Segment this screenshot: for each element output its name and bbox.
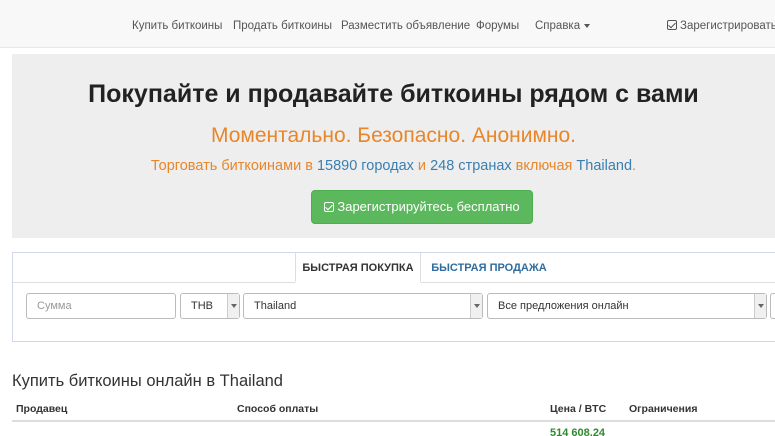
nav-sell-bitcoins[interactable]: Продать биткоины	[233, 20, 332, 32]
hero-line-including: включая	[511, 158, 577, 174]
hero-line-and: и	[413, 158, 431, 174]
caret-down-icon	[584, 23, 591, 28]
country-value: Thailand	[254, 300, 297, 312]
nav-post-ad[interactable]: Разместить объявление	[341, 20, 470, 32]
search-button-edge[interactable]	[770, 293, 775, 319]
chevron-down-icon	[754, 294, 766, 318]
hero-title: Покупайте и продавайте биткоины рядом с …	[88, 80, 699, 108]
table-row-price: 514 608,24	[550, 427, 606, 436]
chevron-down-icon	[470, 294, 482, 318]
nav-forums[interactable]: Форумы	[476, 20, 519, 32]
signup-label: Зарегистрируйтесь бесплатно	[337, 199, 520, 214]
city-count: 15890 городах	[316, 158, 414, 174]
hero-subtitle: Моментально. Безопасно. Анонимно.	[210, 124, 577, 147]
hero-line-prefix: Торговать биткоинами в	[150, 158, 317, 174]
quick-search-panel: БЫСТРАЯ ПОКУПКА БЫСТРАЯ ПРОДАЖА Сумма TH…	[12, 252, 775, 342]
nav-register[interactable]: Зарегистрироваться	[667, 20, 775, 32]
nav-buy-bitcoins[interactable]: Купить биткоины	[132, 20, 222, 32]
currency-value: THB	[191, 300, 213, 312]
chevron-down-icon	[227, 294, 239, 318]
signup-button[interactable]: Зарегистрируйтесь бесплатно	[311, 190, 533, 224]
country-count: 248 странах	[430, 158, 512, 174]
top-navbar: Купить биткоины Продать биткоины Размест…	[0, 0, 775, 48]
col-limits: Ограничения	[629, 403, 698, 415]
listing-table-header: Продавец Способ оплаты Цена / BTC Ограни…	[12, 398, 775, 422]
hero-stats-line: Торговать биткоинами в 15890 городах и 2…	[12, 158, 775, 174]
tab-quick-buy[interactable]: БЫСТРАЯ ПОКУПКА	[295, 253, 421, 283]
country-select[interactable]: Thailand	[243, 293, 483, 319]
tab-quick-sell[interactable]: БЫСТРАЯ ПРОДАЖА	[423, 253, 555, 283]
currency-select[interactable]: THB	[180, 293, 240, 319]
checkbox-icon	[667, 20, 677, 30]
checkbox-icon	[324, 202, 335, 212]
hero-banner: Покупайте и продавайте биткоины рядом с …	[12, 54, 775, 238]
nav-help-dropdown[interactable]: Справка	[535, 20, 591, 32]
hero-line-end: .	[632, 158, 637, 174]
col-price: Цена / BTC	[550, 403, 607, 415]
col-seller: Продавец	[16, 403, 68, 415]
offers-select[interactable]: Все предложения онлайн	[487, 293, 767, 319]
col-payment-method: Способ оплаты	[237, 403, 319, 415]
listing-title: Купить биткоины онлайн в Thailand	[12, 372, 283, 390]
nav-help-label: Справка	[535, 20, 581, 32]
amount-input[interactable]: Сумма	[26, 293, 176, 319]
offers-value: Все предложения онлайн	[498, 300, 629, 312]
current-country: Thailand	[576, 158, 633, 174]
nav-register-label: Зарегистрироваться	[680, 20, 775, 32]
